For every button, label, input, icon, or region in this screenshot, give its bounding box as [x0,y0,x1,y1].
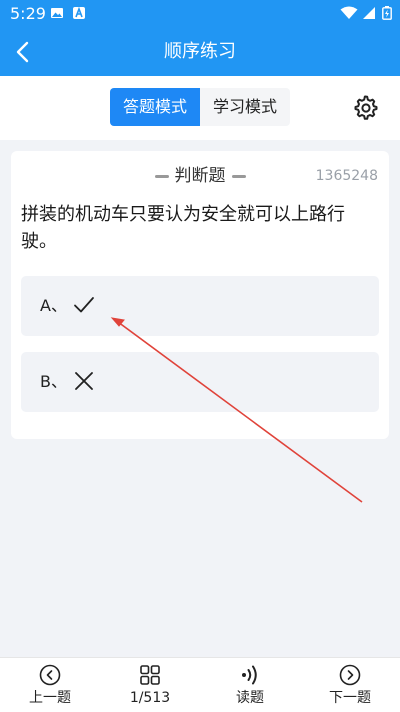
heading-dash-right [231,174,246,178]
answer-mode-tab[interactable]: 答题模式 [110,88,200,126]
study-mode-tab[interactable]: 学习模式 [200,88,290,126]
app-notification-icon [73,6,85,19]
cross-icon [75,372,93,390]
battery-charging-icon [382,6,392,20]
page-title: 顺序练习 [164,41,236,62]
status-bar: 5:29 [0,0,400,28]
question-type-label: 判断题 [174,166,226,186]
question-id: 1365248 [315,168,378,184]
prev-question-label: 上一题 [29,690,71,706]
signal-icon [363,7,375,19]
option-a-label: A、 [40,296,67,315]
prev-question-button[interactable]: 上一题 [0,658,100,712]
option-b[interactable]: B、 [21,352,379,412]
grid-icon [140,665,160,685]
read-question-button[interactable]: 读题 [200,658,300,712]
next-question-button[interactable]: 下一题 [300,658,400,712]
chevron-left-circle-icon [39,664,61,686]
question-text: 拼装的机动车只要认为安全就可以上路行驶。 [21,204,345,252]
chevron-right-circle-icon [339,664,361,686]
mode-bar: 答题模式 学习模式 [0,76,400,140]
next-question-label: 下一题 [329,690,371,706]
gallery-notification-icon [51,8,63,18]
check-icon [74,297,94,313]
option-a[interactable]: A、 [21,276,379,336]
speaker-waves-icon [242,665,257,685]
progress-label: 1/513 [129,690,171,706]
app-header: 顺序练习 [0,28,400,76]
heading-dash-left [154,174,169,178]
status-time: 5:29 [10,4,46,23]
read-question-label: 读题 [236,690,264,706]
question-grid-button[interactable]: 1/513 [100,658,200,712]
wifi-icon [340,6,358,19]
option-b-label: B、 [40,372,67,391]
bottom-tab-bar: 上一题 1/513 读题 下一题 [0,657,400,712]
settings-gear-icon[interactable] [352,94,378,120]
mode-switch: 答题模式 学习模式 [110,88,290,126]
